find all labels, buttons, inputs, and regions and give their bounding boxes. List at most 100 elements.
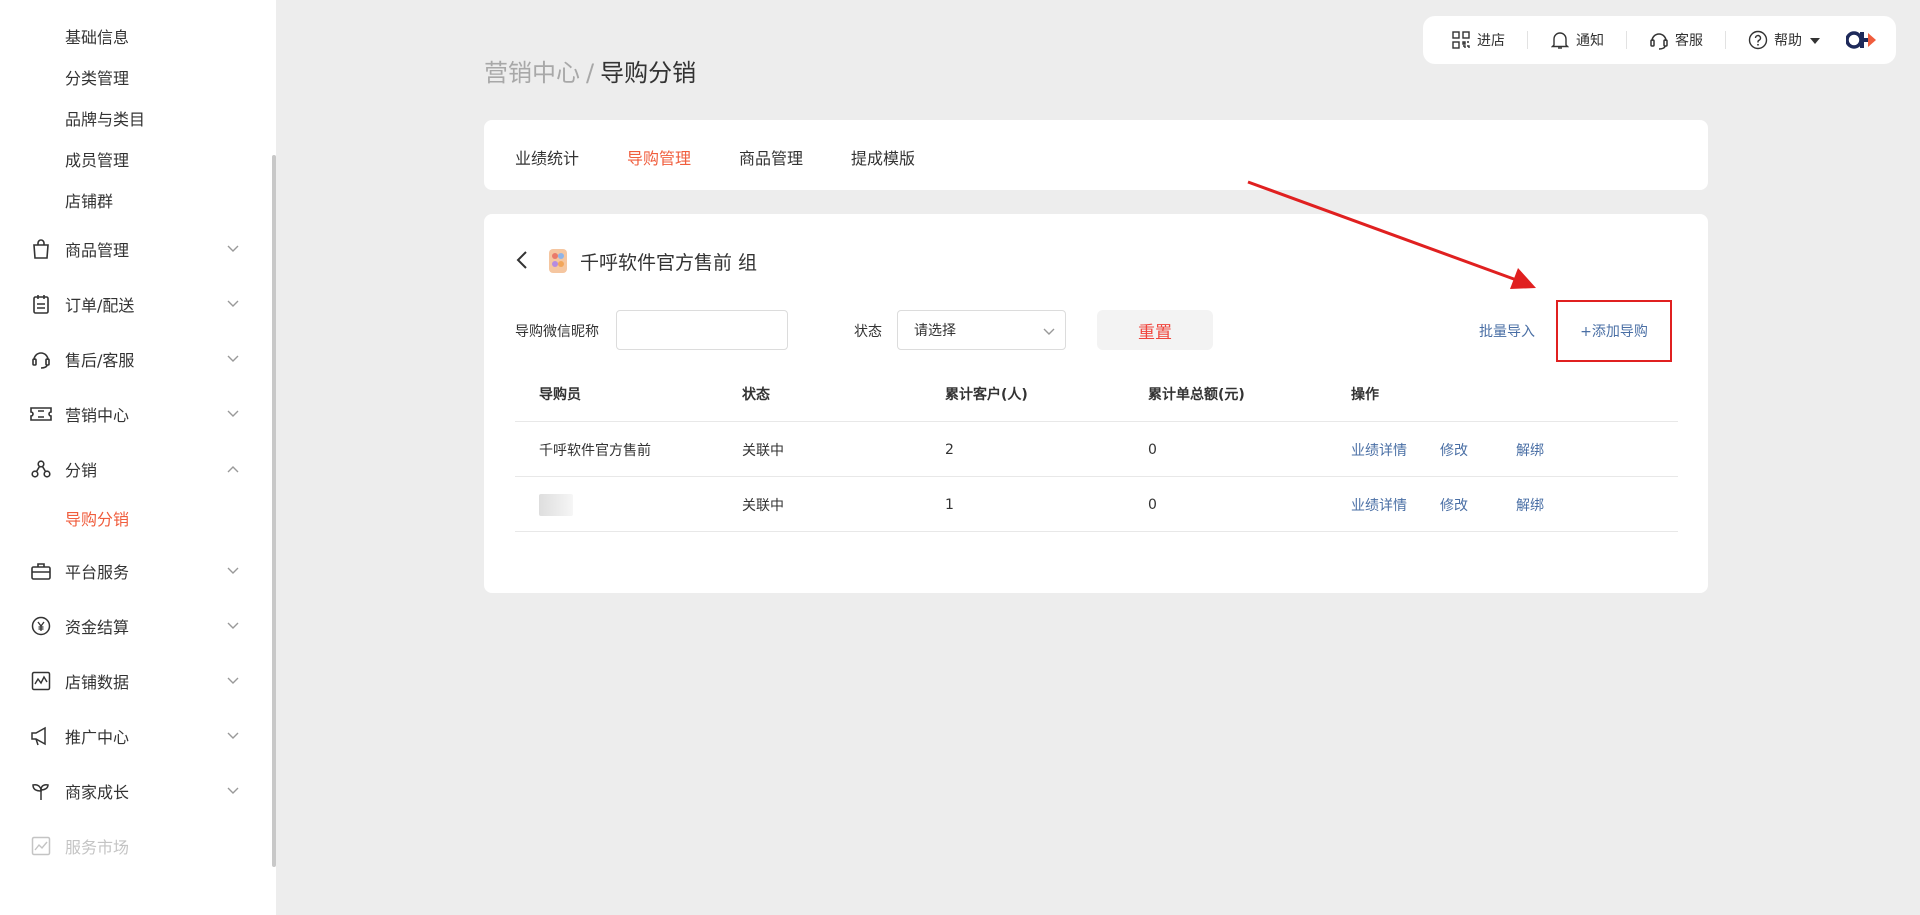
sidebar: 基础信息 分类管理 品牌与类目 成员管理 店铺群 商品管理 订单/配送 售后/客… xyxy=(0,0,276,915)
sidebar-item-label: 售后/客服 xyxy=(65,351,135,370)
chevron-down-icon xyxy=(226,729,240,743)
sidebar-item-platform-service[interactable]: 平台服务 xyxy=(30,556,240,586)
market-icon xyxy=(30,835,52,857)
sidebar-item-orders[interactable]: 订单/配送 xyxy=(30,289,240,319)
enter-store-button[interactable]: 进店 xyxy=(1451,30,1505,50)
table-row: 千呼软件官方售前 关联中 2 0 业绩详情 修改 解绑 xyxy=(515,421,1678,476)
sidebar-subitem-brand[interactable]: 品牌与类目 xyxy=(65,106,145,130)
help-icon xyxy=(1748,30,1768,50)
divider xyxy=(1527,31,1528,49)
chevron-down-icon xyxy=(226,564,240,578)
chevron-down-icon xyxy=(226,784,240,798)
unbind-link[interactable]: 解绑 xyxy=(1516,477,1544,532)
guide-name xyxy=(539,477,573,532)
distribution-icon xyxy=(30,458,52,480)
sidebar-item-label: 分销 xyxy=(65,461,98,480)
sidebar-subitem-members[interactable]: 成员管理 xyxy=(65,147,129,171)
chevron-down-icon xyxy=(1043,324,1055,336)
clipboard-icon xyxy=(30,293,52,315)
sidebar-subitem-category[interactable]: 分类管理 xyxy=(65,65,129,89)
sidebar-item-service-market[interactable]: 服务市场 xyxy=(30,831,240,861)
divider xyxy=(1626,31,1627,49)
chart-icon xyxy=(30,670,52,692)
sidebar-item-promotion[interactable]: 推广中心 xyxy=(30,721,240,751)
edit-link[interactable]: 修改 xyxy=(1440,422,1468,477)
page-title: 导购分销 xyxy=(600,59,697,87)
sprout-icon xyxy=(30,780,52,802)
chevron-down-icon xyxy=(226,619,240,633)
chevron-down-icon xyxy=(226,242,240,256)
tabs-bar: 业绩统计 导购管理 商品管理 提成模版 xyxy=(484,120,1708,190)
yuan-coin-icon xyxy=(30,615,52,637)
tab-performance-stats[interactable]: 业绩统计 xyxy=(515,145,579,169)
sidebar-item-settlement[interactable]: 资金结算 xyxy=(30,611,240,641)
chevron-down-icon xyxy=(226,352,240,366)
qr-code-icon xyxy=(1451,30,1471,50)
sidebar-item-label: 订单/配送 xyxy=(65,296,135,315)
notification-label: 通知 xyxy=(1576,33,1604,49)
enter-store-label: 进店 xyxy=(1477,33,1505,49)
sidebar-subitem-store-group[interactable]: 店铺群 xyxy=(65,188,113,212)
bell-icon xyxy=(1550,30,1570,50)
sidebar-item-marketing[interactable]: 营销中心 xyxy=(30,399,240,429)
guide-status: 关联中 xyxy=(742,497,784,514)
sidebar-item-label: 资金结算 xyxy=(65,618,130,637)
sidebar-item-merchant-growth[interactable]: 商家成长 xyxy=(30,776,240,806)
brand-logo[interactable] xyxy=(1845,29,1878,51)
sidebar-item-products[interactable]: 商品管理 xyxy=(30,234,240,264)
group-title: 千呼软件官方售前 组 xyxy=(580,252,758,274)
breadcrumb-parent[interactable]: 营销中心 xyxy=(484,59,580,87)
tab-product-management[interactable]: 商品管理 xyxy=(739,145,803,169)
sidebar-subitem-guide-distribution[interactable]: 导购分销 xyxy=(65,506,129,530)
reset-button[interactable]: 重置 xyxy=(1097,310,1213,350)
sidebar-item-store-data[interactable]: 店铺数据 xyxy=(30,666,240,696)
guide-list-card: 千呼软件官方售前 组 导购微信昵称 状态 请选择 重置 批量导入 +添加导购 导… xyxy=(484,214,1708,593)
column-header-total: 累计单总额(元) xyxy=(1148,386,1245,403)
help-button[interactable]: 帮助 xyxy=(1748,30,1820,50)
guide-total: 0 xyxy=(1148,441,1157,458)
nickname-input[interactable] xyxy=(616,310,788,350)
guide-customers: 1 xyxy=(945,496,954,513)
help-label: 帮助 xyxy=(1774,33,1802,49)
notification-button[interactable]: 通知 xyxy=(1550,30,1604,50)
edit-link[interactable]: 修改 xyxy=(1440,477,1468,532)
column-header-status: 状态 xyxy=(742,386,770,403)
chevron-down-icon xyxy=(226,297,240,311)
headset-icon xyxy=(30,348,52,370)
back-icon[interactable] xyxy=(514,249,532,271)
ticket-icon xyxy=(30,403,52,425)
sidebar-item-aftersales[interactable]: 售后/客服 xyxy=(30,344,240,374)
column-header-actions: 操作 xyxy=(1351,386,1379,403)
status-select[interactable]: 请选择 xyxy=(897,310,1066,350)
unbind-link[interactable]: 解绑 xyxy=(1516,422,1544,477)
nickname-label: 导购微信昵称 xyxy=(515,324,599,340)
breadcrumb: 营销中心 / 导购分销 xyxy=(484,53,696,88)
sidebar-scrollbar[interactable] xyxy=(272,155,276,867)
headset-icon xyxy=(1649,30,1669,50)
blurred-name-placeholder xyxy=(539,493,573,516)
breadcrumb-separator: / xyxy=(586,59,595,87)
guide-customers: 2 xyxy=(945,441,954,458)
briefcase-icon xyxy=(30,560,52,582)
shopping-bag-icon xyxy=(30,238,52,260)
sidebar-item-label: 推广中心 xyxy=(65,728,130,747)
batch-import-button[interactable]: 批量导入 xyxy=(1479,321,1535,341)
tab-commission-template[interactable]: 提成模版 xyxy=(851,145,915,169)
sidebar-subitem-basic-info[interactable]: 基础信息 xyxy=(65,24,129,48)
divider xyxy=(1725,31,1726,49)
tab-guide-management[interactable]: 导购管理 xyxy=(627,145,691,169)
sidebar-item-label: 营销中心 xyxy=(65,406,130,425)
chevron-up-icon xyxy=(226,462,240,476)
table-row: 关联中 1 0 业绩详情 修改 解绑 xyxy=(515,476,1678,531)
sidebar-item-label: 平台服务 xyxy=(65,563,130,582)
sidebar-item-distribution[interactable]: 分销 xyxy=(30,454,240,484)
customer-service-button[interactable]: 客服 xyxy=(1649,30,1703,50)
top-toolbar: 进店 通知 客服 帮助 xyxy=(1423,16,1896,64)
megaphone-icon xyxy=(30,725,52,747)
guide-name: 千呼软件官方售前 xyxy=(539,442,651,459)
performance-detail-link[interactable]: 业绩详情 xyxy=(1351,422,1407,477)
customer-service-label: 客服 xyxy=(1675,33,1703,49)
caret-down-icon xyxy=(1810,32,1820,48)
add-guide-button[interactable]: +添加导购 xyxy=(1556,300,1672,362)
performance-detail-link[interactable]: 业绩详情 xyxy=(1351,477,1407,532)
